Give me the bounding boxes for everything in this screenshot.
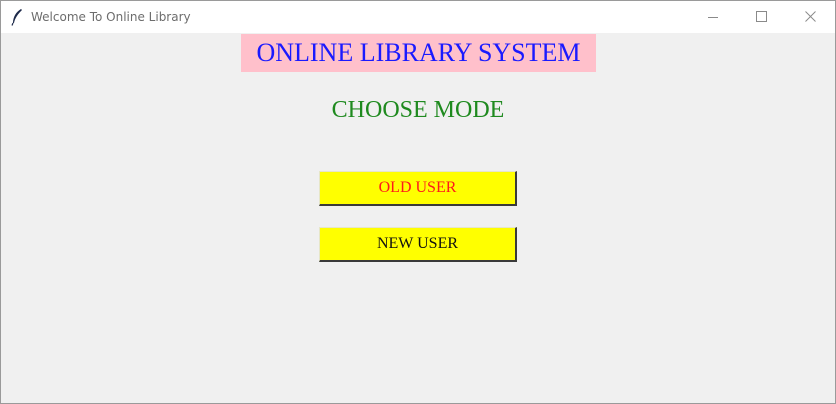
main-panel: ONLINE LIBRARY SYSTEM CHOOSE MODE OLD US… xyxy=(1,33,835,403)
feather-icon xyxy=(10,8,24,26)
maximize-icon xyxy=(756,11,767,22)
mode-heading: CHOOSE MODE xyxy=(331,97,505,123)
close-icon xyxy=(805,11,816,22)
minimize-icon xyxy=(708,17,718,18)
app-window: Welcome To Online Library ONLINE LIBRARY… xyxy=(0,0,836,404)
title-bar[interactable]: Welcome To Online Library xyxy=(1,1,835,33)
new-user-button[interactable]: NEW USER xyxy=(319,227,517,262)
maximize-button[interactable] xyxy=(739,1,785,33)
page-title: ONLINE LIBRARY SYSTEM xyxy=(241,34,596,72)
close-button[interactable] xyxy=(788,1,834,33)
window-title: Welcome To Online Library xyxy=(31,10,191,24)
old-user-button[interactable]: OLD USER xyxy=(319,171,517,206)
minimize-button[interactable] xyxy=(691,1,737,33)
